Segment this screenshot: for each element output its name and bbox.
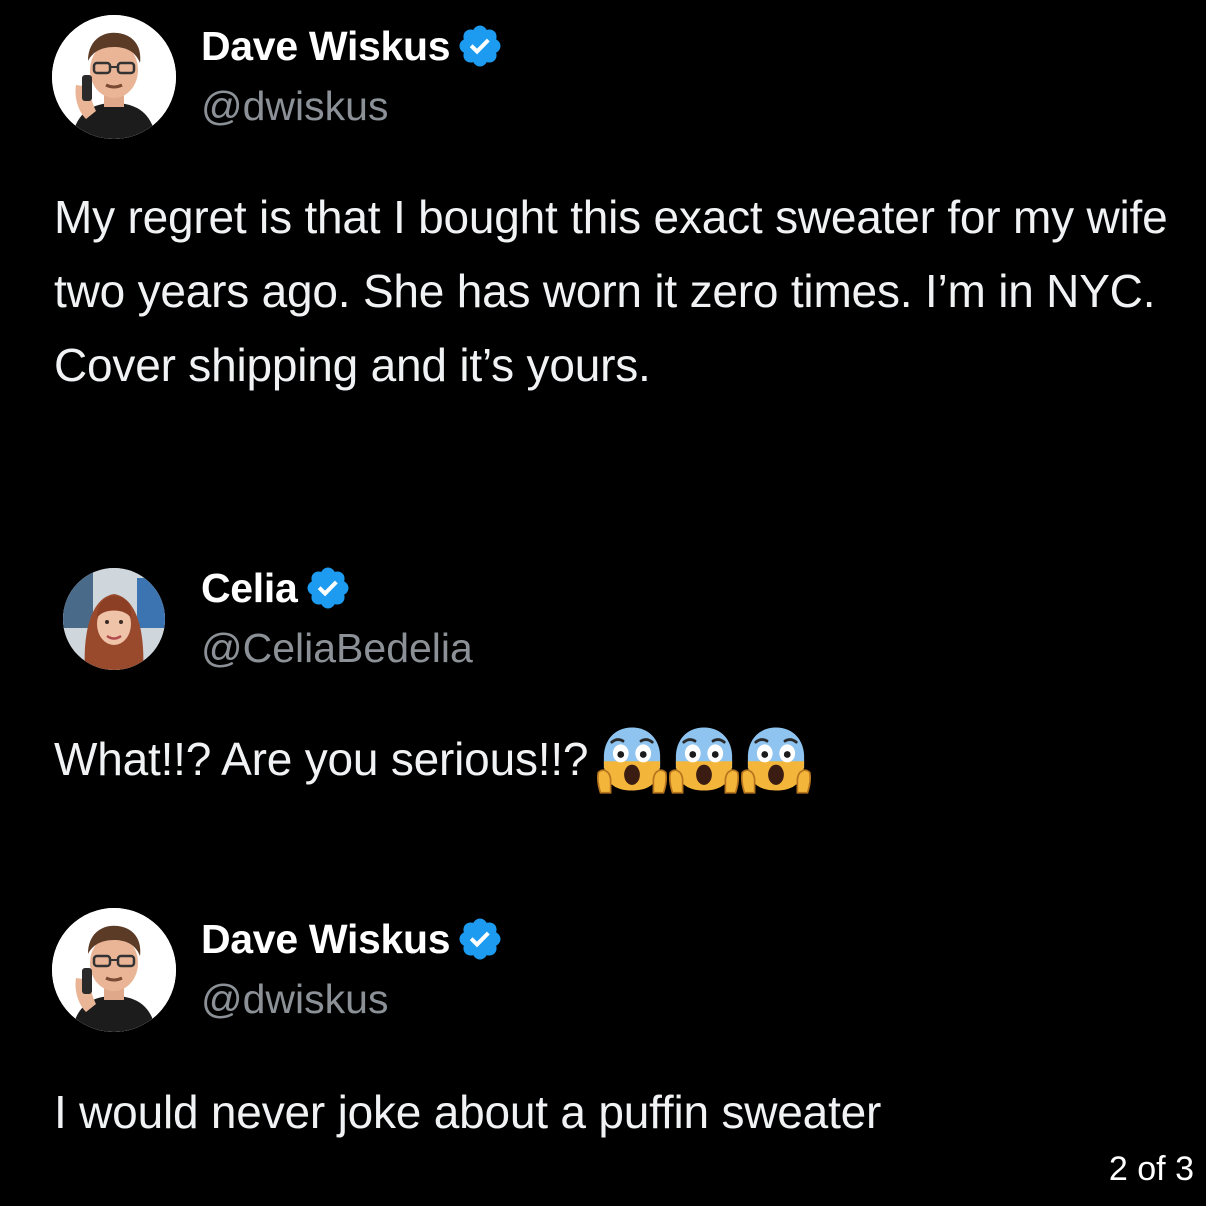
face-screaming-in-fear-icon <box>740 723 812 795</box>
author-handle[interactable]: @CeliaBedelia <box>201 625 473 672</box>
man-with-glasses-on-phone-avatar[interactable] <box>52 15 176 139</box>
author-handle[interactable]: @dwiskus <box>201 976 388 1023</box>
author-name[interactable]: Dave Wiskus <box>201 916 451 963</box>
author-name[interactable]: Celia <box>201 565 298 612</box>
page-indicator: 2 of 3 <box>1108 1150 1194 1188</box>
tweet-text: I would never joke about a puffin sweate… <box>54 1086 882 1138</box>
woman-with-red-hair-avatar[interactable] <box>63 568 165 670</box>
face-screaming-in-fear-icon <box>668 723 740 795</box>
emoji-row <box>596 723 812 795</box>
man-with-glasses-on-phone-avatar[interactable] <box>52 908 176 1032</box>
tweet-text: What!!? Are you serious!!? <box>54 733 589 785</box>
verified-badge-icon <box>304 564 352 612</box>
author-name-row: Celia <box>201 562 352 614</box>
verified-badge-icon <box>456 915 504 963</box>
author-name[interactable]: Dave Wiskus <box>201 23 451 70</box>
verified-badge-icon <box>456 22 504 70</box>
author-name-row: Dave Wiskus <box>201 20 504 72</box>
face-screaming-in-fear-icon <box>596 723 668 795</box>
author-handle[interactable]: @dwiskus <box>201 83 388 130</box>
author-name-row: Dave Wiskus <box>201 913 504 965</box>
tweet-text-row: What!!? Are you serious!!? <box>54 722 1174 799</box>
tweet-text: My regret is that I bought this exact sw… <box>54 191 1168 391</box>
